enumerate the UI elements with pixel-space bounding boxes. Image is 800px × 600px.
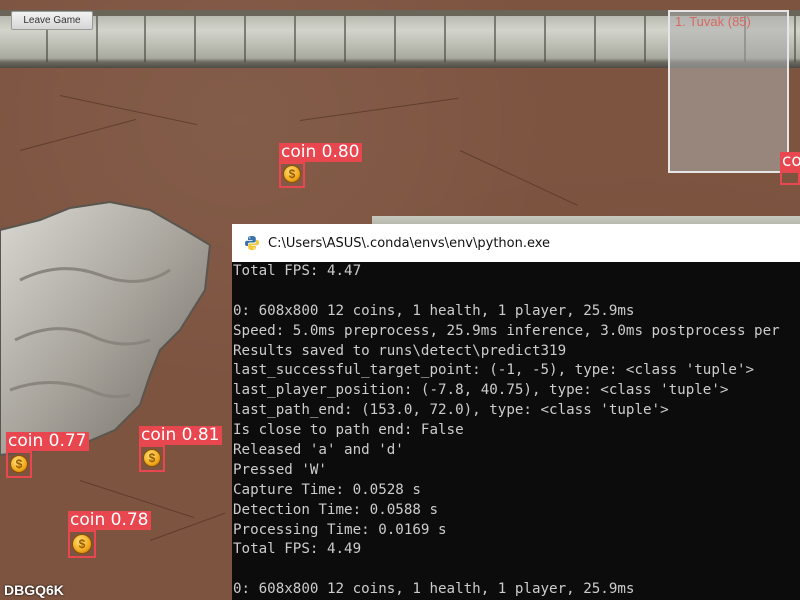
ground-crack — [459, 150, 579, 206]
detection-label: coin 0.78 — [68, 510, 151, 530]
console-line: last_successful_target_point: (-1, -5), … — [233, 362, 755, 379]
game-viewport[interactable]: Leave Game 1. Tuvak (85) coin 0.80 $ coi… — [0, 0, 800, 600]
console-line: Is close to path end: False — [233, 422, 464, 439]
coin-icon: $ — [283, 165, 301, 183]
console-line: 0: 608x800 12 coins, 1 health, 1 player,… — [233, 581, 635, 598]
detection-label: co — [780, 152, 800, 171]
rock-outcrop — [0, 200, 212, 457]
coin-icon: $ — [10, 455, 28, 473]
coin-icon: $ — [72, 534, 92, 554]
console-line: Processing Time: 0.0169 s — [233, 521, 447, 538]
console-line: Speed: 5.0ms preprocess, 25.9ms inferenc… — [233, 322, 780, 339]
ground-crack — [19, 118, 137, 151]
console-line: Pressed 'W' — [233, 461, 327, 478]
console-line: Released 'a' and 'd' — [233, 442, 404, 459]
console-line: Capture Time: 0.0528 s — [233, 481, 421, 498]
minimap-leaderboard-label: 1. Tuvak (85) — [675, 14, 751, 29]
room-code: DBGQ6K — [4, 582, 64, 598]
console-line: 0: 608x800 12 coins, 1 health, 1 player,… — [233, 302, 635, 319]
console-line: Total FPS: 4.47 — [233, 263, 362, 279]
console-line: Detection Time: 0.0588 s — [233, 501, 438, 518]
python-console-window[interactable]: C:\Users\ASUS\.conda\envs\env\python.exe… — [232, 224, 800, 600]
detection-label: coin 0.77 — [6, 431, 89, 451]
detection-label: coin 0.80 — [279, 142, 362, 162]
console-line: Results saved to runs\detect\predict319 — [233, 342, 567, 359]
console-line: last_player_position: (-7.8, 40.75), typ… — [233, 382, 729, 399]
leave-game-button[interactable]: Leave Game — [11, 11, 93, 30]
minimap: 1. Tuvak (85) — [668, 10, 789, 173]
console-output[interactable]: Total FPS: 4.47 0: 608x800 12 coins, 1 he… — [233, 262, 800, 600]
console-line: last_path_end: (153.0, 72.0), type: <cla… — [233, 402, 669, 419]
detection-box — [780, 171, 800, 185]
console-line: Total FPS: 4.49 — [233, 541, 362, 558]
console-titlebar[interactable]: C:\Users\ASUS\.conda\envs\env\python.exe — [232, 224, 800, 262]
coin-icon: $ — [143, 449, 161, 467]
ground-crack — [149, 512, 226, 541]
ground-crack — [299, 97, 459, 121]
python-icon — [245, 236, 259, 250]
detection-label: coin 0.81 — [139, 425, 222, 445]
console-title: C:\Users\ASUS\.conda\envs\env\python.exe — [268, 235, 551, 251]
